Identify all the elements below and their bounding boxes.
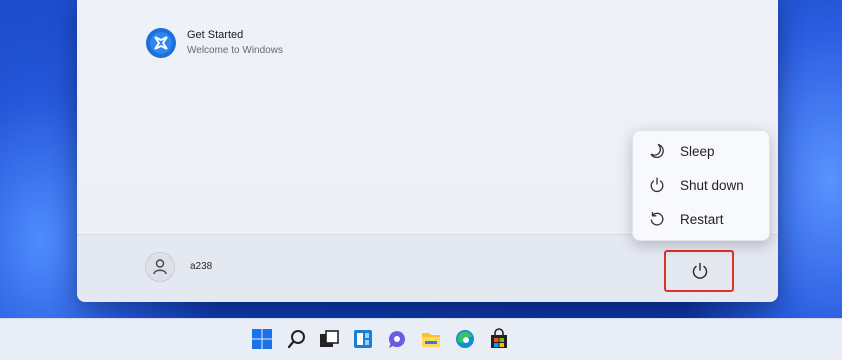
menu-item-label: Sleep (680, 144, 715, 159)
person-icon (153, 259, 167, 275)
taskbar (0, 318, 842, 360)
menu-item-label: Shut down (680, 178, 744, 193)
user-name: a238 (190, 261, 213, 272)
recommended-title: Get Started (187, 29, 244, 41)
menu-item-sleep[interactable]: Sleep (633, 134, 769, 168)
search-icon[interactable] (286, 328, 308, 350)
store-icon[interactable] (488, 328, 510, 350)
chat-icon[interactable] (386, 328, 408, 350)
edge-icon[interactable] (454, 328, 476, 350)
menu-item-shut-down[interactable]: Shut down (633, 168, 769, 202)
menu-item-restart[interactable]: Restart (633, 202, 769, 236)
recommended-item-get-started[interactable]: Get Started Welcome to Windows (145, 22, 385, 66)
avatar (145, 252, 175, 282)
file-explorer-icon[interactable] (420, 328, 442, 350)
menu-item-label: Restart (680, 212, 724, 227)
windows-start-icon[interactable] (251, 328, 273, 350)
task-view-icon[interactable] (318, 328, 340, 350)
power-options-menu: Sleep Shut down Restart (632, 130, 770, 241)
power-button[interactable] (664, 250, 734, 292)
power-icon (649, 177, 665, 193)
restart-icon (649, 211, 665, 227)
get-started-icon (145, 27, 177, 59)
start-menu-footer: a238 (77, 234, 778, 302)
widgets-icon[interactable] (352, 328, 374, 350)
power-icon (692, 262, 708, 279)
recommended-subtitle: Welcome to Windows (187, 45, 283, 56)
user-profile-button[interactable]: a238 (145, 250, 325, 284)
moon-icon (649, 143, 665, 159)
